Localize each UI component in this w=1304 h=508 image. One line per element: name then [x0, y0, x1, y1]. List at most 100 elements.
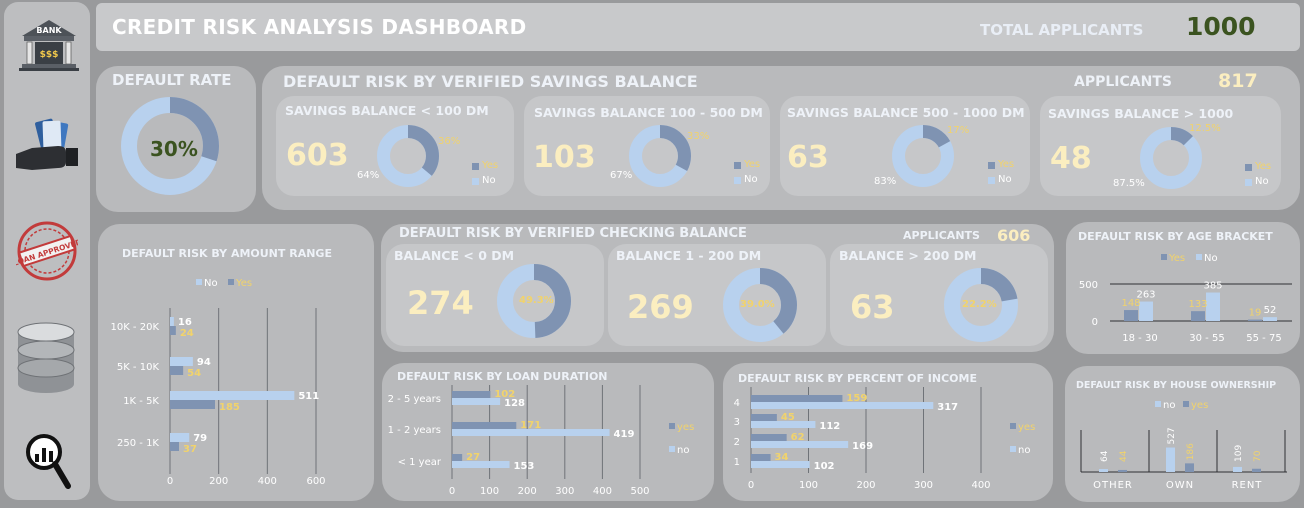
- legend-no-swatch: [1010, 446, 1016, 452]
- category-label: RENT: [1232, 480, 1263, 491]
- data-label: 54: [187, 368, 201, 379]
- savings-donut: [377, 125, 439, 187]
- legend-yes-label: yes: [1191, 400, 1208, 411]
- house-chart: 64 44 OTHER 527 186 OWN 109 70 RENT no yes: [1080, 400, 1287, 491]
- savings-donut: [1140, 127, 1202, 189]
- legend-yes-swatch: [1161, 254, 1167, 260]
- data-label: 34: [775, 452, 789, 463]
- total-applicants-label: TOTAL APPLICANTS: [980, 21, 1144, 39]
- legend-yes-swatch: [1245, 164, 1252, 171]
- legend-no-swatch: [1245, 179, 1252, 186]
- data-label: 109: [1234, 445, 1244, 462]
- checking-card-count: 274: [407, 284, 474, 322]
- savings-card-title: SAVINGS BALANCE 500 - 1000 DM: [787, 105, 1025, 120]
- bar: [170, 366, 184, 375]
- legend-yes-swatch: [734, 162, 741, 169]
- bar: [1252, 468, 1261, 472]
- data-label: 64: [1100, 450, 1110, 462]
- data-label: 102: [814, 461, 835, 472]
- data-label: 128: [504, 398, 525, 409]
- legend-yes-label: Yes: [235, 278, 252, 289]
- bar: [1206, 292, 1220, 321]
- checking-yes-pct: 49.3%: [519, 295, 554, 306]
- x-tick-label: 400: [971, 480, 990, 491]
- savings-no-pct: 87.5%: [1113, 178, 1145, 189]
- category-label: 2 - 5 years: [388, 394, 441, 405]
- x-tick-label: 100: [799, 480, 818, 491]
- bar: [1233, 466, 1242, 472]
- legend-no-swatch: [669, 446, 675, 452]
- x-tick-label: 200: [518, 486, 537, 497]
- bar: [1099, 469, 1108, 472]
- legend-no-label: No: [1255, 176, 1269, 187]
- legend-no-label: no: [1018, 445, 1030, 456]
- category-label: 250 - 1K: [117, 438, 159, 449]
- legend-yes-label: Yes: [1168, 253, 1185, 264]
- legend-yes-label: Yes: [482, 160, 499, 171]
- bar: [1185, 463, 1194, 472]
- savings-card-count: 603: [286, 138, 349, 173]
- bar: [751, 395, 843, 402]
- data-label: 52: [1264, 305, 1277, 316]
- checking-yes-pct: 39.0%: [740, 299, 775, 310]
- data-label: 185: [219, 402, 240, 413]
- savings-no-pct: 64%: [357, 170, 380, 181]
- x-tick-label: 0: [167, 476, 173, 487]
- legend-no-label: No: [204, 278, 218, 289]
- legend-no-label: No: [744, 174, 758, 185]
- bar: [1191, 311, 1205, 321]
- legend-yes-swatch: [988, 162, 995, 169]
- data-label: 527: [1167, 427, 1177, 444]
- bar: [1166, 447, 1175, 472]
- legend-yes-swatch: [1010, 423, 1016, 429]
- income-chart: 0 100 200 300 400 4 159 317 3 45 112 2 62 169 1 34 102 ye…: [734, 387, 1035, 491]
- data-label: 385: [1203, 281, 1222, 292]
- bar: [751, 454, 771, 461]
- x-tick-label: 400: [593, 486, 612, 497]
- data-label: 16: [178, 317, 192, 328]
- category-label: 10K - 20K: [110, 322, 159, 333]
- data-label: 27: [466, 452, 480, 463]
- savings-card-title: SAVINGS BALANCE < 100 DM: [285, 103, 489, 118]
- checking-applicants-label: APPLICANTS: [903, 229, 980, 242]
- checking-card-title: BALANCE 1 - 200 DM: [616, 248, 762, 263]
- data-label: 133: [1188, 299, 1207, 310]
- legend-yes-swatch: [669, 423, 675, 429]
- savings-donut: [629, 125, 691, 187]
- category-label: OTHER: [1093, 480, 1133, 491]
- category-label: OWN: [1166, 480, 1194, 491]
- duration-chart: 0 100 200 300 400 5002 - 5 years 1021281 - 2 y…: [388, 385, 694, 497]
- legend-no-label: No: [998, 174, 1012, 185]
- category-label: 18 - 30: [1122, 333, 1157, 344]
- legend-no-swatch: [472, 178, 479, 185]
- data-label: 511: [298, 391, 319, 402]
- loan-approved-stamp-icon: LOAN APPROVED: [12, 220, 83, 282]
- bar: [1124, 310, 1138, 321]
- bar: [452, 422, 517, 429]
- x-tick-label: 0: [449, 486, 455, 497]
- savings-no-pct: 67%: [610, 170, 633, 181]
- savings-yes-pct: 12.5%: [1189, 123, 1221, 134]
- age-chart: 050014826318 - 3013338530 - 5519 5255 - 7…: [1079, 253, 1292, 344]
- savings-no-pct: 83%: [874, 176, 897, 187]
- data-label: 62: [791, 432, 805, 443]
- bar: [1139, 301, 1153, 321]
- bar: [170, 400, 216, 409]
- savings-title: DEFAULT RISK BY VERIFIED SAVINGS BALANCE: [283, 72, 698, 91]
- bar: [1118, 469, 1127, 472]
- data-label: 171: [520, 420, 541, 431]
- search-analytics-icon: [24, 430, 72, 494]
- bar: [751, 434, 787, 441]
- bar: [751, 402, 934, 409]
- page-title: CREDIT RISK ANALYSIS DASHBOARD: [112, 15, 527, 39]
- legend-yes-label: Yes: [998, 159, 1015, 170]
- data-label: 37: [183, 444, 197, 455]
- data-label: 317: [937, 402, 958, 413]
- data-label: 153: [514, 461, 535, 472]
- legend-yes-label: yes: [1018, 422, 1035, 433]
- x-tick-label: 300: [914, 480, 933, 491]
- x-tick-label: 0: [748, 480, 754, 491]
- data-label: 45: [781, 412, 795, 423]
- database-icon: [16, 322, 76, 394]
- legend-no-swatch: [734, 177, 741, 184]
